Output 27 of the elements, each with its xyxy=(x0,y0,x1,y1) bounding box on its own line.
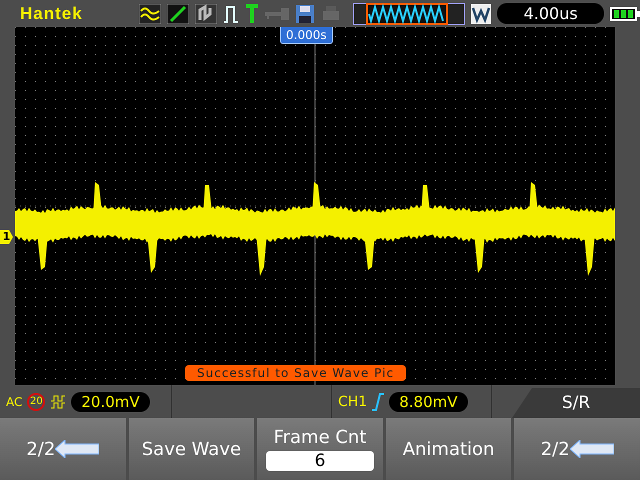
battery-icon xyxy=(610,6,640,20)
softkey-button[interactable]: Save Wave xyxy=(128,418,254,480)
trigger-level-reading: 8.80mV xyxy=(389,392,468,412)
coupling-label: AC xyxy=(6,394,22,408)
brand-logo: Hantek xyxy=(20,4,84,24)
waveform-icon[interactable] xyxy=(139,4,162,24)
trigger-source-label: CH1 xyxy=(338,394,368,410)
frame-count-button[interactable]: Frame Cnt 6 xyxy=(257,418,383,480)
channel-marker[interactable]: 1 xyxy=(0,230,13,244)
rising-edge-icon xyxy=(372,392,384,410)
status-message: Successful to Save Wave Pic xyxy=(185,365,406,381)
timebase-reading: 4.00us xyxy=(497,3,604,24)
bandwidth-limit-badge: 20 xyxy=(27,392,46,410)
pulse-icon[interactable] xyxy=(223,4,240,24)
line-icon[interactable] xyxy=(167,4,190,24)
left-arrow-icon xyxy=(570,440,614,458)
page-button[interactable]: 2/2 xyxy=(0,418,126,480)
memory-bar-icon xyxy=(353,2,466,24)
softkey-button[interactable]: Animation xyxy=(386,418,512,480)
frame-count-field[interactable]: 6 xyxy=(266,451,374,471)
save-icon[interactable] xyxy=(295,4,316,24)
left-arrow-icon xyxy=(55,440,100,458)
volts-per-division-reading: 20.0mV xyxy=(71,392,150,412)
page-button[interactable]: 2/2 xyxy=(514,418,640,480)
menu-title: S/R xyxy=(512,388,640,418)
trigger-icon[interactable] xyxy=(245,4,260,24)
trigger-position-tag[interactable]: 0.000s xyxy=(280,27,333,44)
